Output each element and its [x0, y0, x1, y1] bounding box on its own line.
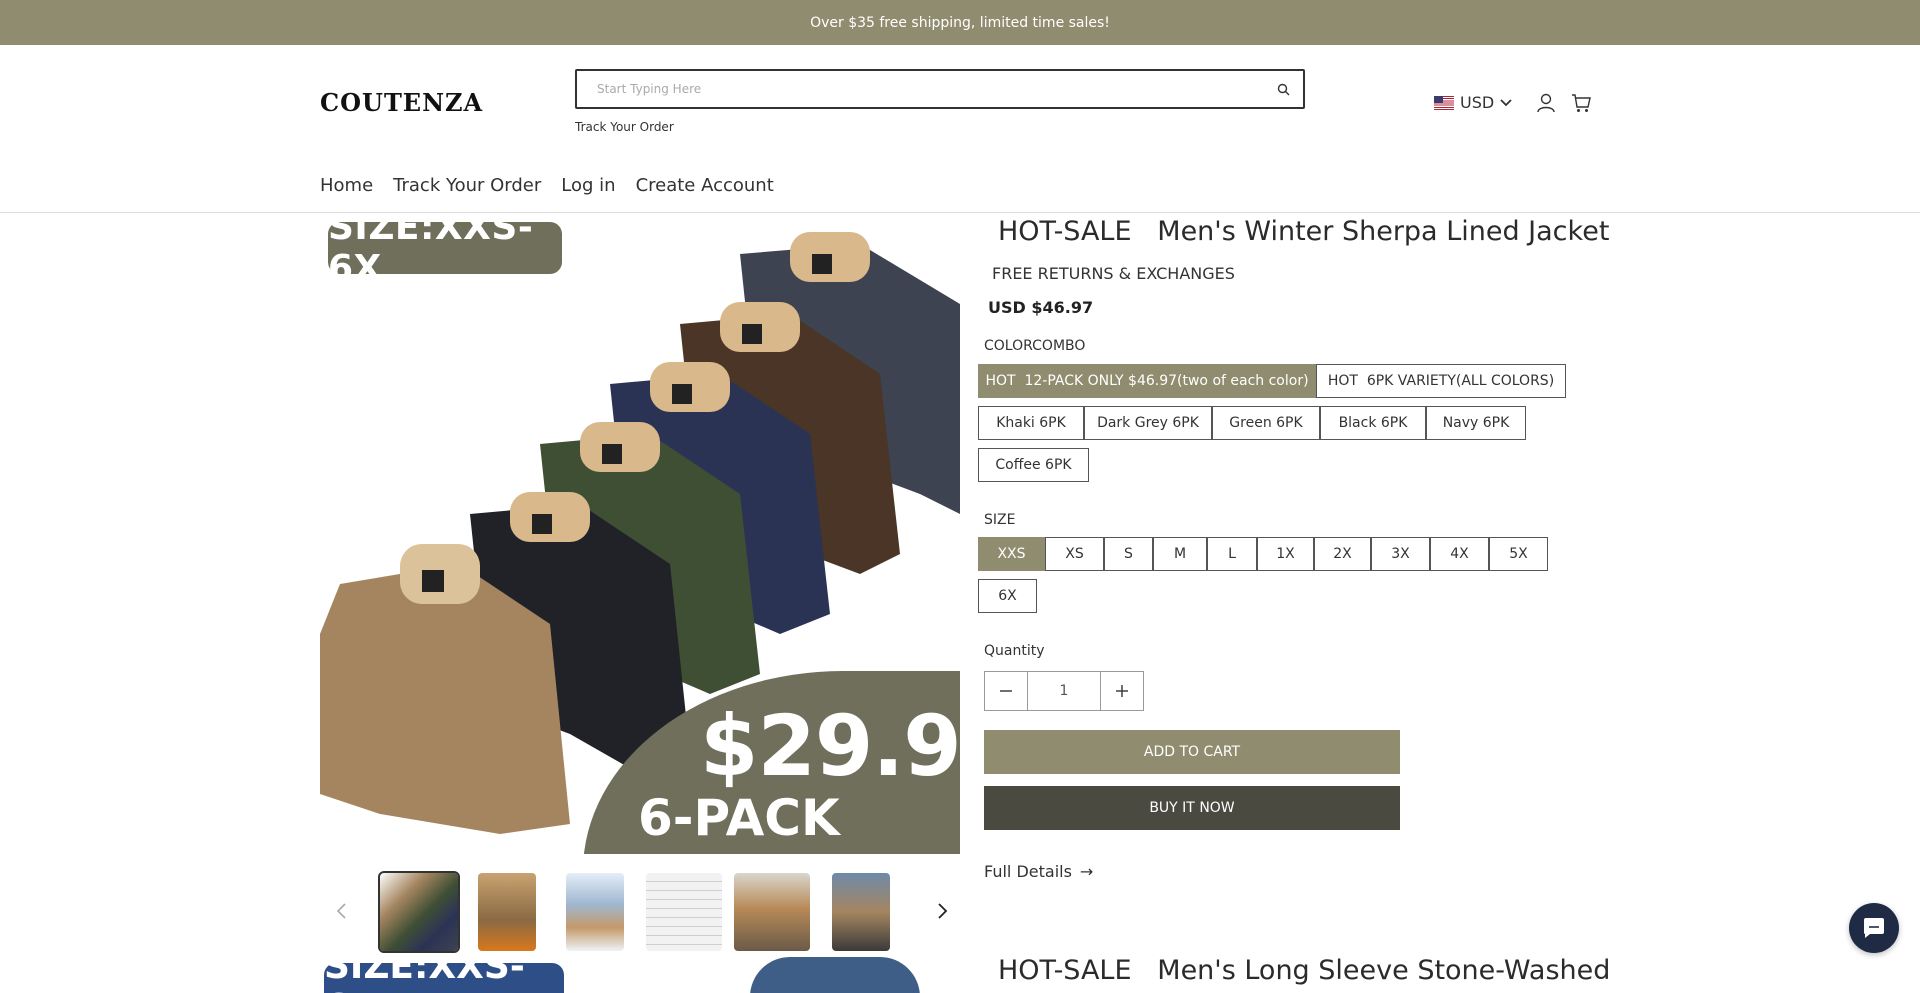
color-label: COLORCOMBO — [984, 338, 1086, 354]
size-option-m[interactable]: M — [1153, 537, 1207, 571]
full-details-label: Full Details — [984, 862, 1072, 881]
promo-pack-label: 6-PACK ONLY — [638, 789, 840, 854]
size-option-4x[interactable]: 4X — [1430, 537, 1489, 571]
chat-button[interactable] — [1849, 903, 1899, 953]
search-box[interactable] — [575, 69, 1305, 109]
arrow-right-icon: → — [1079, 862, 1094, 881]
next-jacket-shape — [750, 957, 920, 993]
size-option-xs[interactable]: XS — [1045, 537, 1104, 571]
thumbnail-1[interactable] — [378, 871, 460, 953]
plus-icon[interactable] — [1101, 672, 1143, 710]
product-main-image[interactable]: SIZE:XXS-6X $29.98 6-PACK ONLY — [320, 214, 960, 854]
nav-create-account[interactable]: Create Account — [636, 175, 774, 196]
header-divider — [0, 212, 1920, 213]
full-details-link[interactable]: Full Details → — [984, 862, 1093, 881]
user-icon[interactable] — [1535, 92, 1557, 114]
nav-track-order[interactable]: Track Your Order — [393, 175, 541, 196]
currency-selector[interactable]: USD — [1434, 93, 1512, 112]
main-nav: Home Track Your Order Log in Create Acco… — [320, 175, 774, 196]
cart-icon[interactable] — [1570, 92, 1592, 114]
minus-icon[interactable] — [985, 672, 1027, 710]
chevron-down-icon — [1500, 98, 1512, 106]
size-option-xxs[interactable]: XXS — [978, 537, 1045, 571]
color-option-black[interactable]: Black 6PK — [1320, 406, 1426, 440]
size-option-s[interactable]: S — [1104, 537, 1153, 571]
quantity-label: Quantity — [984, 643, 1045, 659]
thumbnail-strip — [320, 871, 960, 953]
next-size-badge: SIZE:XXS-6X — [324, 955, 564, 993]
chevron-right-icon[interactable] — [930, 899, 954, 923]
announcement-bar: Over $35 free shipping, limited time sal… — [0, 0, 1920, 45]
chat-icon — [1864, 918, 1884, 938]
color-option-green[interactable]: Green 6PK — [1212, 406, 1320, 440]
color-option-khaki[interactable]: Khaki 6PK — [978, 406, 1084, 440]
size-option-l[interactable]: L — [1207, 537, 1257, 571]
search-icon[interactable] — [1275, 81, 1291, 97]
nav-home[interactable]: Home — [320, 175, 373, 196]
thumbnail-4[interactable] — [646, 873, 722, 951]
size-option-3x[interactable]: 3X — [1371, 537, 1430, 571]
product-price: USD $46.97 — [988, 298, 1094, 317]
chevron-left-icon[interactable] — [330, 899, 354, 923]
announcement-text: Over $35 free shipping, limited time sal… — [810, 14, 1110, 31]
color-option-navy[interactable]: Navy 6PK — [1426, 406, 1526, 440]
product-title: HOT-SALE Men's Winter Sherpa Lined Jacke… — [998, 216, 1610, 247]
thumbnail-2[interactable] — [478, 873, 536, 951]
quantity-stepper: 1 — [984, 671, 1144, 711]
size-label: SIZE — [984, 512, 1016, 528]
flag-icon — [1434, 95, 1454, 110]
size-option-5x[interactable]: 5X — [1489, 537, 1548, 571]
size-option-2x[interactable]: 2X — [1314, 537, 1371, 571]
add-to-cart-button[interactable]: ADD TO CART — [984, 730, 1400, 774]
size-option-6x[interactable]: 6X — [978, 579, 1037, 613]
size-range-badge: SIZE:XXS-6X — [328, 214, 562, 289]
buy-now-button[interactable]: BUY IT NOW — [984, 786, 1400, 830]
color-option-coffee[interactable]: Coffee 6PK — [978, 448, 1089, 482]
size-option-1x[interactable]: 1X — [1257, 537, 1314, 571]
search-input[interactable] — [597, 82, 1275, 96]
thumbnail-5[interactable] — [734, 873, 810, 951]
next-product-image[interactable]: SIZE:XXS-6X — [320, 955, 960, 993]
nav-login[interactable]: Log in — [561, 175, 615, 196]
color-option-12pack[interactable]: HOT 12-PACK ONLY $46.97(two of each colo… — [978, 364, 1316, 398]
thumbnail-6[interactable] — [832, 873, 890, 951]
color-option-dark-grey[interactable]: Dark Grey 6PK — [1084, 406, 1212, 440]
returns-note: FREE RETURNS & EXCHANGES — [992, 264, 1235, 283]
track-order-link[interactable]: Track Your Order — [575, 120, 674, 134]
thumbnail-3[interactable] — [566, 873, 624, 951]
next-product-title[interactable]: HOT-SALE Men's Long Sleeve Stone-Washed — [998, 955, 1610, 986]
brand-logo[interactable]: COUTENZA — [320, 88, 483, 117]
color-option-6pk-variety[interactable]: HOT 6PK VARIETY(ALL COLORS) — [1316, 364, 1566, 398]
promo-price: $29.98 — [700, 697, 960, 795]
currency-label: USD — [1460, 93, 1495, 112]
quantity-value[interactable]: 1 — [1027, 672, 1101, 710]
